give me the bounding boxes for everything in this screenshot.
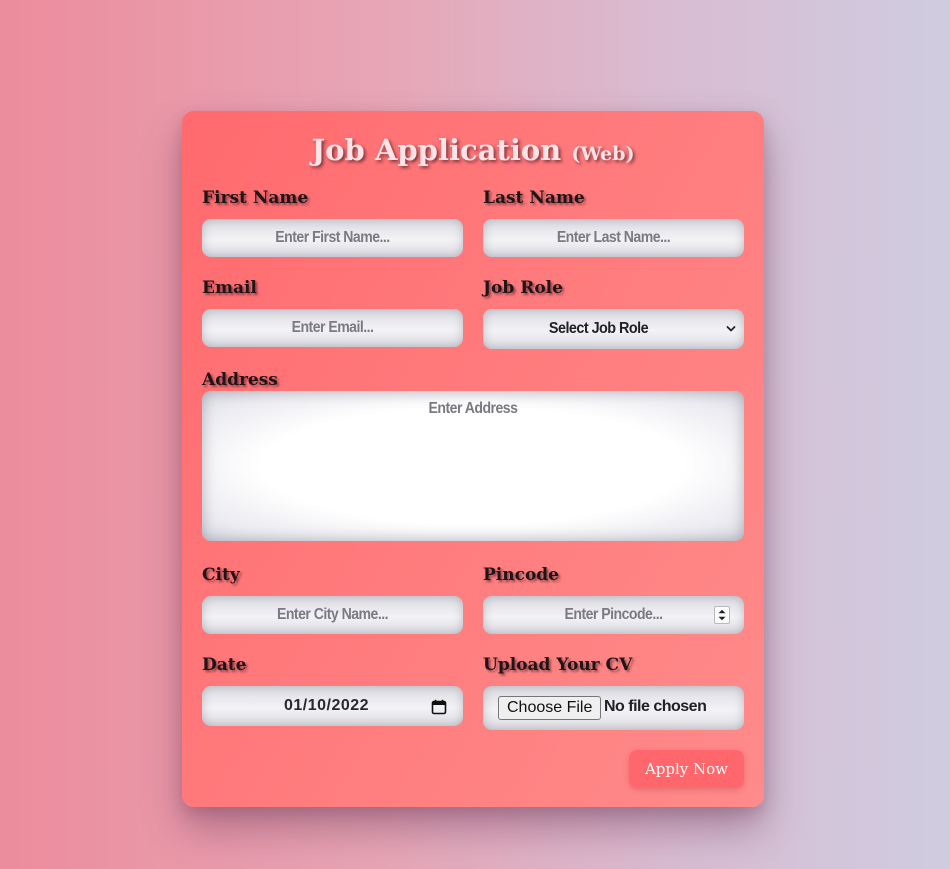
city-label: City xyxy=(202,565,240,585)
date-input[interactable]: 01/10/2022 xyxy=(202,686,463,726)
first-name-placeholder: Enter First Name... xyxy=(275,229,390,246)
chevron-down-icon xyxy=(726,326,736,332)
email-label: Email xyxy=(202,278,257,298)
calendar-icon[interactable] xyxy=(431,699,447,715)
cv-file-input[interactable]: Choose File No file chosen xyxy=(483,686,744,730)
job-role-select[interactable]: Select Job Role xyxy=(483,309,744,349)
date-label: Date xyxy=(202,655,247,675)
last-name-input[interactable]: Enter Last Name... xyxy=(483,219,744,257)
first-name-label: First Name xyxy=(202,188,309,208)
form-title-text: Job Application xyxy=(311,133,562,167)
form-title-suffix: (Web) xyxy=(571,143,635,165)
last-name-placeholder: Enter Last Name... xyxy=(556,229,671,246)
address-placeholder: Enter Address xyxy=(428,400,518,417)
file-status: No file chosen xyxy=(604,698,707,715)
apply-now-button[interactable]: Apply Now xyxy=(629,750,744,788)
pincode-placeholder: Enter Pincode... xyxy=(564,606,663,623)
choose-file-button[interactable]: Choose File xyxy=(498,696,602,720)
last-name-label: Last Name xyxy=(483,188,585,208)
cv-label: Upload Your CV xyxy=(483,655,633,675)
email-input[interactable]: Enter Email... xyxy=(202,309,463,347)
city-placeholder: Enter City Name... xyxy=(276,606,389,623)
pincode-input[interactable]: Enter Pincode... xyxy=(483,596,744,634)
date-value: 01/10/2022 xyxy=(284,697,370,714)
address-textarea[interactable]: Enter Address xyxy=(202,391,744,541)
first-name-input[interactable]: Enter First Name... xyxy=(202,219,463,257)
pincode-label: Pincode xyxy=(483,565,559,585)
spinner-icon[interactable] xyxy=(714,606,730,624)
form-title: Job Application (Web) xyxy=(182,133,764,167)
address-label: Address xyxy=(202,370,278,390)
email-placeholder: Enter Email... xyxy=(291,319,374,336)
job-role-label: Job Role xyxy=(483,278,563,298)
job-role-selected: Select Job Role xyxy=(548,320,649,337)
application-card: Job Application (Web) First Name Enter F… xyxy=(182,111,764,807)
city-input[interactable]: Enter City Name... xyxy=(202,596,463,634)
